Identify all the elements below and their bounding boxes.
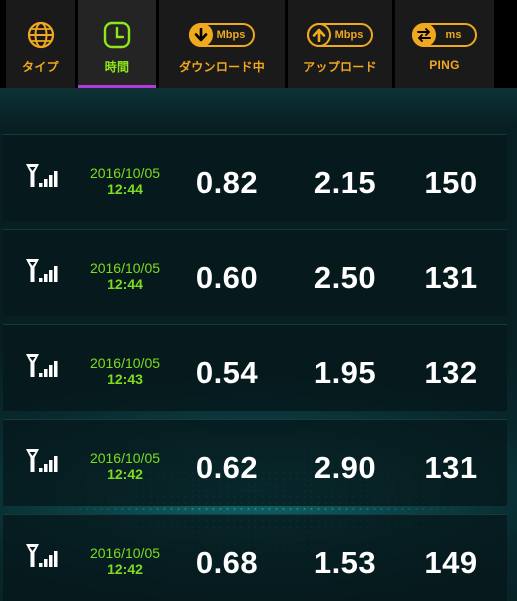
download-unit: Mbps — [216, 29, 246, 41]
result-upload: 2.90 — [313, 450, 377, 485]
tab-type-label: タイプ — [22, 60, 59, 74]
result-download: 0.60 — [195, 260, 259, 295]
result-time: 12:42 — [107, 561, 143, 577]
ping-unit: ms — [445, 29, 462, 41]
result-download: 0.54 — [195, 355, 259, 390]
globe-icon — [26, 20, 56, 50]
ping-unit-pill: ms — [411, 20, 478, 50]
result-date: 2016/10/05 — [89, 545, 161, 561]
tab-time[interactable]: 時間 — [78, 0, 156, 88]
result-time: 12:44 — [107, 276, 143, 292]
cellular-signal-icon — [26, 449, 58, 472]
results-list: 2016/10/05 12:44 0.82 2.15 150 2016/10/0… — [3, 134, 507, 601]
result-download: 0.62 — [195, 450, 259, 485]
result-date: 2016/10/05 — [89, 355, 161, 371]
result-download: 0.68 — [195, 545, 259, 580]
clock-icon — [102, 20, 132, 50]
result-time: 12:44 — [107, 181, 143, 197]
tab-type[interactable]: タイプ — [6, 0, 75, 88]
result-time: 12:43 — [107, 371, 143, 387]
sort-tab-bar: タイプ 時間 Mbps ダウンロード中 Mbps アップロード ms PING — [0, 0, 517, 88]
ping-arrows-icon — [411, 23, 436, 47]
result-date: 2016/10/05 — [89, 165, 161, 181]
result-row[interactable]: 2016/10/05 12:44 0.60 2.50 131 — [3, 229, 507, 316]
tab-upload-label: アップロード — [303, 60, 377, 74]
result-datetime: 2016/10/05 12:43 — [75, 355, 175, 387]
cellular-signal-icon — [26, 354, 58, 377]
result-ping: 131 — [424, 450, 478, 485]
result-upload: 1.95 — [313, 355, 377, 390]
result-upload: 2.50 — [313, 260, 377, 295]
result-ping: 132 — [424, 355, 478, 390]
cellular-signal-icon — [26, 544, 58, 567]
result-time: 12:42 — [107, 466, 143, 482]
result-datetime: 2016/10/05 12:42 — [75, 450, 175, 482]
tab-ping-label: PING — [429, 58, 460, 72]
download-arrow-icon — [188, 23, 213, 47]
upload-arrow-icon — [306, 23, 331, 47]
result-row[interactable]: 2016/10/05 12:42 0.68 1.53 149 — [3, 514, 507, 601]
result-ping: 150 — [424, 165, 478, 200]
download-unit-pill: Mbps — [188, 20, 256, 50]
tab-time-label: 時間 — [104, 60, 130, 74]
background-glow — [0, 88, 517, 128]
tab-upload[interactable]: Mbps アップロード — [288, 0, 392, 88]
result-upload: 1.53 — [313, 545, 377, 580]
result-upload: 2.15 — [313, 165, 377, 200]
result-date: 2016/10/05 — [89, 260, 161, 276]
result-row[interactable]: 2016/10/05 12:43 0.54 1.95 132 — [3, 324, 507, 411]
cellular-signal-icon — [26, 259, 58, 282]
result-datetime: 2016/10/05 12:44 — [75, 260, 175, 292]
result-datetime: 2016/10/05 12:44 — [75, 165, 175, 197]
tab-download-label: ダウンロード中 — [178, 60, 266, 74]
result-row[interactable]: 2016/10/05 12:44 0.82 2.15 150 — [3, 134, 507, 221]
tab-download[interactable]: Mbps ダウンロード中 — [159, 0, 285, 88]
tab-ping[interactable]: ms PING — [395, 0, 494, 88]
result-datetime: 2016/10/05 12:42 — [75, 545, 175, 577]
result-ping: 149 — [424, 545, 478, 580]
result-row[interactable]: 2016/10/05 12:42 0.62 2.90 131 — [3, 419, 507, 506]
upload-unit: Mbps — [334, 29, 364, 41]
result-date: 2016/10/05 — [89, 450, 161, 466]
result-ping: 131 — [424, 260, 478, 295]
upload-unit-pill: Mbps — [306, 20, 374, 50]
cellular-signal-icon — [26, 164, 58, 187]
result-download: 0.82 — [195, 165, 259, 200]
